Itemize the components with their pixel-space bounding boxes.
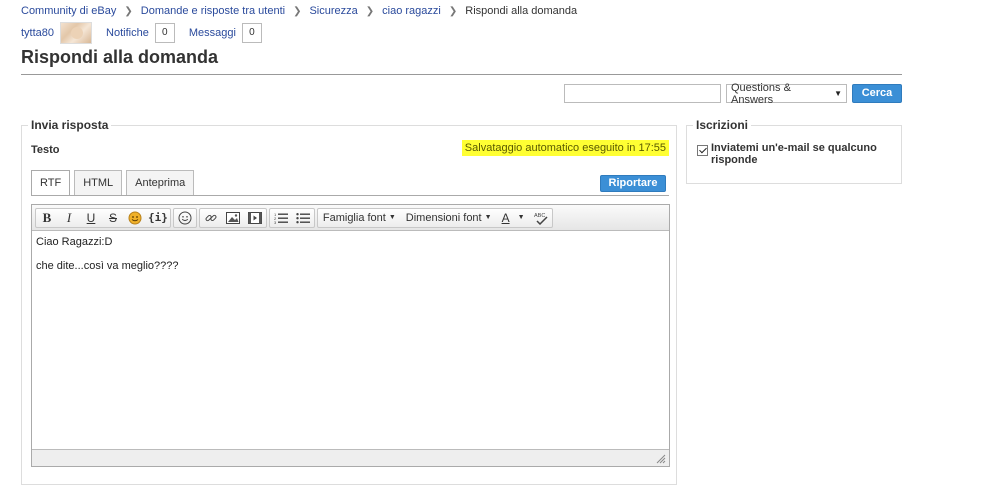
chevron-right-icon: ❯ (293, 5, 302, 17)
messaggi-count-badge[interactable]: 0 (241, 23, 262, 43)
editor-tabs: RTF HTML Anteprima (31, 170, 198, 196)
font-size-dropdown[interactable]: Dimensioni font ▼ (401, 209, 497, 227)
emoticon-button[interactable] (174, 209, 196, 227)
triangle-down-icon: ▼ (388, 214, 396, 221)
video-button[interactable] (244, 209, 266, 227)
notifiche-link[interactable]: Notifiche (106, 27, 149, 39)
editor-text-line: che dite...così va meglio???? (36, 260, 179, 272)
tab-html[interactable]: HTML (74, 170, 123, 195)
tab-anteprima[interactable]: Anteprima (126, 170, 195, 195)
smiley-icon (178, 211, 192, 224)
breadcrumb-community[interactable]: Community di eBay (21, 5, 116, 17)
chevron-right-icon: ❯ (448, 5, 458, 17)
link-button[interactable] (200, 209, 222, 227)
email-notify-checkbox[interactable] (697, 145, 708, 156)
editor-content-area[interactable]: Ciao Ragazzi:D che dite...così va meglio… (32, 231, 669, 289)
insert-group (198, 207, 267, 228)
numbered-list-button[interactable]: 123 (270, 209, 292, 227)
bullet-list-button[interactable] (292, 209, 314, 227)
chevron-right-icon: ❯ (124, 5, 133, 17)
editor-statusbar (32, 449, 669, 466)
font-family-label: Famiglia font (322, 211, 386, 224)
strikethrough-button[interactable]: S (102, 209, 124, 227)
rich-text-editor: B I U S {i} 1 2 3 Famiglia font ▼ Dimens… (31, 204, 670, 467)
bold-button[interactable]: B (36, 209, 58, 227)
email-notify-label[interactable]: Inviatemi un'e-mail se qualcuno risponde (711, 142, 891, 166)
subscriptions-panel: Iscrizioni Inviatemi un'e-mail se qualcu… (686, 118, 902, 184)
ebay-emoticon-button[interactable] (124, 209, 146, 227)
autosave-status: Salvataggio automatico eseguito in 17:55 (461, 140, 669, 156)
user-bar: tytta80 Notifiche 0 Messaggi 0 (21, 22, 262, 44)
triangle-down-icon: ▼ (517, 214, 525, 221)
breadcrumb-sicurezza[interactable]: Sicurezza (309, 5, 357, 17)
breadcrumb: Community di eBay ❯ Domande e risposte t… (21, 4, 577, 18)
tab-rtf[interactable]: RTF (31, 170, 71, 196)
font-color-dropdown[interactable]: A ▼ (497, 209, 530, 227)
font-color-icon: A (501, 210, 510, 225)
search-bar: Questions & Answers ▼ Cerca (564, 81, 902, 106)
notifiche-count-badge[interactable]: 0 (154, 23, 175, 43)
font-size-label: Dimensioni font (405, 211, 482, 224)
search-input[interactable] (564, 84, 721, 103)
numbered-list-icon: 123 (274, 212, 288, 224)
format-group: B I U S {i} (35, 207, 171, 228)
svg-text:3: 3 (274, 220, 277, 224)
chevron-right-icon: ❯ (365, 5, 375, 17)
editor-toolbar: B I U S {i} 1 2 3 Famiglia font ▼ Dimens… (32, 205, 669, 231)
triangle-down-icon: ▼ (484, 214, 492, 221)
messaggi-link[interactable]: Messaggi (189, 27, 236, 39)
spellcheck-icon: ABC (534, 213, 548, 225)
font-family-dropdown[interactable]: Famiglia font ▼ (318, 209, 401, 227)
video-icon (247, 211, 262, 224)
spellcheck-label: ABC (534, 213, 545, 219)
search-scope-select[interactable]: Questions & Answers ▼ (726, 81, 847, 106)
bullet-list-icon (296, 212, 310, 223)
tabs-divider (31, 195, 669, 196)
avatar[interactable] (60, 22, 93, 44)
breadcrumb-thread[interactable]: ciao ragazzi (382, 5, 441, 17)
image-button[interactable] (222, 209, 244, 227)
breadcrumb-qa[interactable]: Domande e risposte tra utenti (141, 5, 285, 17)
italic-button[interactable]: I (58, 209, 80, 227)
page-title: Rispondi alla domanda (21, 47, 219, 67)
emoticon-group (172, 207, 197, 228)
list-group: 123 (268, 207, 315, 228)
breadcrumb-current: Rispondi alla domanda (465, 5, 578, 17)
email-notify-option: Inviatemi un'e-mail se qualcuno risponde (697, 142, 891, 166)
editor-text-line: Ciao Ragazzi:D (36, 236, 113, 248)
search-scope-value: Questions & Answers (731, 81, 791, 106)
link-icon (205, 214, 217, 221)
font-group: Famiglia font ▼ Dimensioni font ▼ A ▼ ABC (316, 207, 553, 228)
image-icon (225, 211, 240, 224)
title-divider (21, 74, 902, 75)
reply-panel-title: Invia risposta (28, 118, 112, 132)
username-link[interactable]: tytta80 (21, 27, 54, 39)
smiley-face-icon (128, 211, 142, 224)
triangle-down-icon: ▼ (834, 89, 842, 98)
spellcheck-button[interactable]: ABC (530, 209, 552, 227)
subscriptions-title: Iscrizioni (693, 118, 752, 132)
resize-grip-icon[interactable] (656, 454, 666, 464)
search-button[interactable]: Cerca (852, 84, 902, 103)
text-field-label: Testo (31, 144, 60, 156)
reply-panel: Invia risposta Testo Salvataggio automat… (21, 118, 677, 485)
report-button[interactable]: Riportare (600, 175, 666, 192)
code-button[interactable]: {i} (146, 209, 170, 227)
underline-button[interactable]: U (80, 209, 102, 227)
